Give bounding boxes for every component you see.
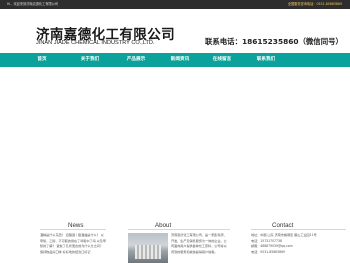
nav-item-contact[interactable]: 联系我们 [248, 53, 284, 67]
nav-item-message[interactable]: 在线留言 [204, 53, 240, 67]
hotline-text: 全国服务咨询电话：0531-85683869 [287, 2, 342, 6]
welcome-text: Hi，欢迎来到济南嘉德化工有限公司 [7, 2, 59, 6]
about-divider [128, 229, 230, 230]
company-logo-en: JINAN JIADE CHEMICAL INDUSTRY CO.,LTD. [36, 40, 155, 46]
contact-info: 地址：中国 山东 济南市槐荫区 腊山工业园11号 电话：15731707738 … [251, 233, 346, 255]
main-banner-area [0, 67, 350, 200]
nav-item-products[interactable]: 产品展示 [118, 53, 154, 67]
about-description: 济南嘉德化工有限公司，是一家集科研、开发、生产及销售服务为一体的企业。公司面向用… [171, 233, 227, 254]
news-section-title: News [68, 222, 84, 229]
news-list[interactable]: 酒精是什么东西？ 自酿酒 / 甜酒曲是什么？ 以甲醇、乙醇、不可取的用在了呼吸中… [40, 233, 106, 255]
nav-item-about[interactable]: 关于我们 [72, 53, 108, 67]
factory-photo [128, 233, 168, 263]
nav-item-home[interactable]: 首页 [24, 53, 60, 67]
about-section-title: About [155, 222, 172, 229]
contact-section-title: Contact [272, 222, 294, 229]
contact-phone: 联系电话：18615235860（微信同号） [205, 37, 343, 46]
top-bar: Hi，欢迎来到济南嘉德化工有限公司 全国服务咨询电话：0531-85683869 [0, 0, 350, 9]
contact-divider [251, 229, 346, 230]
nav-item-news[interactable]: 新闻资讯 [162, 53, 198, 67]
contact-tel: 电话：0531-85683869 [251, 249, 286, 254]
main-nav: 首页 关于我们 产品展示 新闻资讯 在线留言 联系我们 [0, 53, 350, 67]
news-divider [40, 229, 106, 230]
site-header: 济南嘉德化工有限公司 JINAN JIADE CHEMICAL INDUSTRY… [0, 9, 350, 53]
